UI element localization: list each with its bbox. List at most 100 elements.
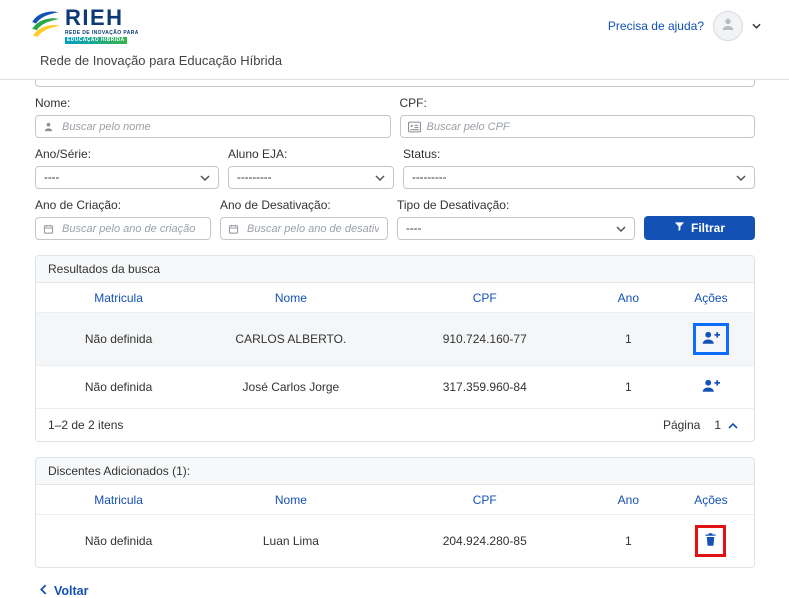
remove-student-button[interactable]: [702, 530, 719, 552]
table-row: Não definida José Carlos Jorge 317.359.9…: [36, 366, 754, 409]
ano-serie-select[interactable]: ----: [35, 166, 219, 189]
current-page: 1: [714, 418, 721, 432]
nome-field-group: Nome:: [35, 96, 391, 138]
chevron-down-icon[interactable]: [752, 23, 761, 29]
truncated-input[interactable]: [35, 80, 755, 87]
tipo-desativacao-label: Tipo de Desativação:: [397, 198, 635, 212]
ano-criacao-field-group: Ano de Criação:: [35, 198, 211, 240]
cell-acoes: [668, 366, 754, 409]
cell-ano: 1: [589, 515, 668, 568]
calendar-icon: [228, 223, 239, 234]
table-row: Não definida CARLOS ALBERTO. 910.724.160…: [36, 313, 754, 366]
status-value: ---------: [412, 172, 446, 184]
filtrar-button[interactable]: Filtrar: [644, 216, 755, 240]
cell-nome: José Carlos Jorge: [201, 366, 381, 409]
add-student-button[interactable]: [700, 376, 722, 398]
ano-criacao-input[interactable]: [35, 217, 211, 240]
cell-matricula: Não definida: [36, 366, 201, 409]
added-students-card: Discentes Adicionados (1): Matricula Nom…: [35, 457, 755, 568]
ano-desativacao-input[interactable]: [220, 217, 388, 240]
cell-nome: Luan Lima: [201, 515, 381, 568]
logo-title: RIEH: [65, 7, 139, 29]
annotation-highlight-blue: [693, 323, 729, 355]
added-card-title: Discentes Adicionados (1):: [36, 458, 754, 485]
filter-row-3: Ano de Criação: Ano de Desativação: Tipo…: [35, 198, 755, 240]
nome-input[interactable]: [35, 115, 391, 138]
help-link[interactable]: Precisa de ajuda?: [608, 19, 704, 33]
column-header-cpf[interactable]: CPF: [381, 283, 589, 313]
column-header-ano[interactable]: Ano: [589, 485, 668, 515]
ano-desativacao-field-group: Ano de Desativação:: [220, 198, 388, 240]
aluno-eja-field-group: Aluno EJA: ---------: [228, 147, 394, 189]
logo-tagline-2: EDUCAÇÃO HÍBRIDA: [65, 37, 127, 44]
column-header-nome[interactable]: Nome: [201, 485, 381, 515]
trash-icon: [704, 532, 717, 550]
person-add-icon: [702, 330, 720, 348]
logo-swoosh-icon: [30, 7, 60, 43]
column-header-cpf[interactable]: CPF: [381, 485, 589, 515]
status-field-group: Status: ---------: [403, 147, 755, 189]
pagination: Página 1: [663, 417, 742, 433]
main-content: Nome: CPF: Ano/Série: ----: [0, 80, 789, 598]
filter-icon: [674, 221, 685, 235]
column-header-matricula[interactable]: Matricula: [36, 283, 201, 313]
cell-acoes: [668, 313, 754, 366]
logo-text-block: RIEH REDE DE INOVAÇÃO PARA EDUCAÇÃO HÍBR…: [65, 7, 139, 44]
added-header-row: Matricula Nome CPF Ano Ações: [36, 485, 754, 515]
person-icon: [43, 121, 54, 132]
results-card-title: Resultados da busca: [36, 256, 754, 283]
cell-cpf: 910.724.160-77: [381, 313, 589, 366]
ano-criacao-label: Ano de Criação:: [35, 198, 211, 212]
nome-label: Nome:: [35, 96, 391, 110]
table-row: Não definida Luan Lima 204.924.280-85 1: [36, 515, 754, 568]
header-right: Precisa de ajuda?: [608, 11, 761, 41]
results-header-row: Matricula Nome CPF Ano Ações: [36, 283, 754, 313]
cpf-label: CPF:: [400, 96, 756, 110]
cpf-field-group: CPF:: [400, 96, 756, 138]
column-header-ano[interactable]: Ano: [589, 283, 668, 313]
chevron-left-icon: [40, 584, 47, 598]
aluno-eja-label: Aluno EJA:: [228, 147, 394, 161]
cell-cpf: 317.359.960-84: [381, 366, 589, 409]
filter-row-2: Ano/Série: ---- Aluno EJA: --------- Sta…: [35, 147, 755, 189]
column-header-acoes: Ações: [668, 485, 754, 515]
chevron-down-icon: [200, 172, 210, 184]
ano-serie-label: Ano/Série:: [35, 147, 219, 161]
calendar-icon: [43, 223, 54, 234]
voltar-link[interactable]: Voltar: [40, 584, 89, 598]
column-header-nome[interactable]: Nome: [201, 283, 381, 313]
avatar[interactable]: [713, 11, 743, 41]
ano-desativacao-label: Ano de Desativação:: [220, 198, 388, 212]
page-title: Rede de Inovação para Educação Híbrida: [0, 46, 789, 80]
ano-serie-field-group: Ano/Série: ----: [35, 147, 219, 189]
column-header-matricula[interactable]: Matricula: [36, 485, 201, 515]
add-student-button[interactable]: [700, 328, 722, 350]
logo-tagline-1: REDE DE INOVAÇÃO PARA: [65, 31, 139, 36]
aluno-eja-value: ---------: [237, 172, 271, 184]
rieh-logo: RIEH REDE DE INOVAÇÃO PARA EDUCAÇÃO HÍBR…: [30, 7, 139, 44]
cell-nome: CARLOS ALBERTO.: [201, 313, 381, 366]
column-header-acoes: Ações: [668, 283, 754, 313]
tipo-desativacao-value: ----: [406, 223, 421, 235]
results-footer: 1–2 de 2 itens Página 1: [36, 408, 754, 441]
chevron-down-icon: [736, 172, 746, 184]
tipo-desativacao-field-group: Tipo de Desativação: ----: [397, 198, 635, 240]
aluno-eja-select[interactable]: ---------: [228, 166, 394, 189]
page-selector[interactable]: 1: [710, 417, 742, 433]
cell-ano: 1: [589, 366, 668, 409]
chevron-down-icon: [375, 172, 385, 184]
chevron-up-icon: [728, 418, 738, 432]
items-summary: 1–2 de 2 itens: [48, 418, 123, 432]
filter-row-1: Nome: CPF:: [35, 96, 755, 138]
cpf-input[interactable]: [400, 115, 756, 138]
status-select[interactable]: ---------: [403, 166, 755, 189]
person-add-icon: [702, 378, 720, 396]
id-card-icon: [408, 121, 421, 132]
cell-matricula: Não definida: [36, 313, 201, 366]
person-icon: [720, 16, 736, 35]
cell-acoes: [668, 515, 754, 568]
annotation-highlight-red: [695, 525, 726, 557]
chevron-down-icon: [616, 223, 626, 235]
tipo-desativacao-select[interactable]: ----: [397, 217, 635, 240]
results-table: Matricula Nome CPF Ano Ações Não definid…: [36, 283, 754, 408]
